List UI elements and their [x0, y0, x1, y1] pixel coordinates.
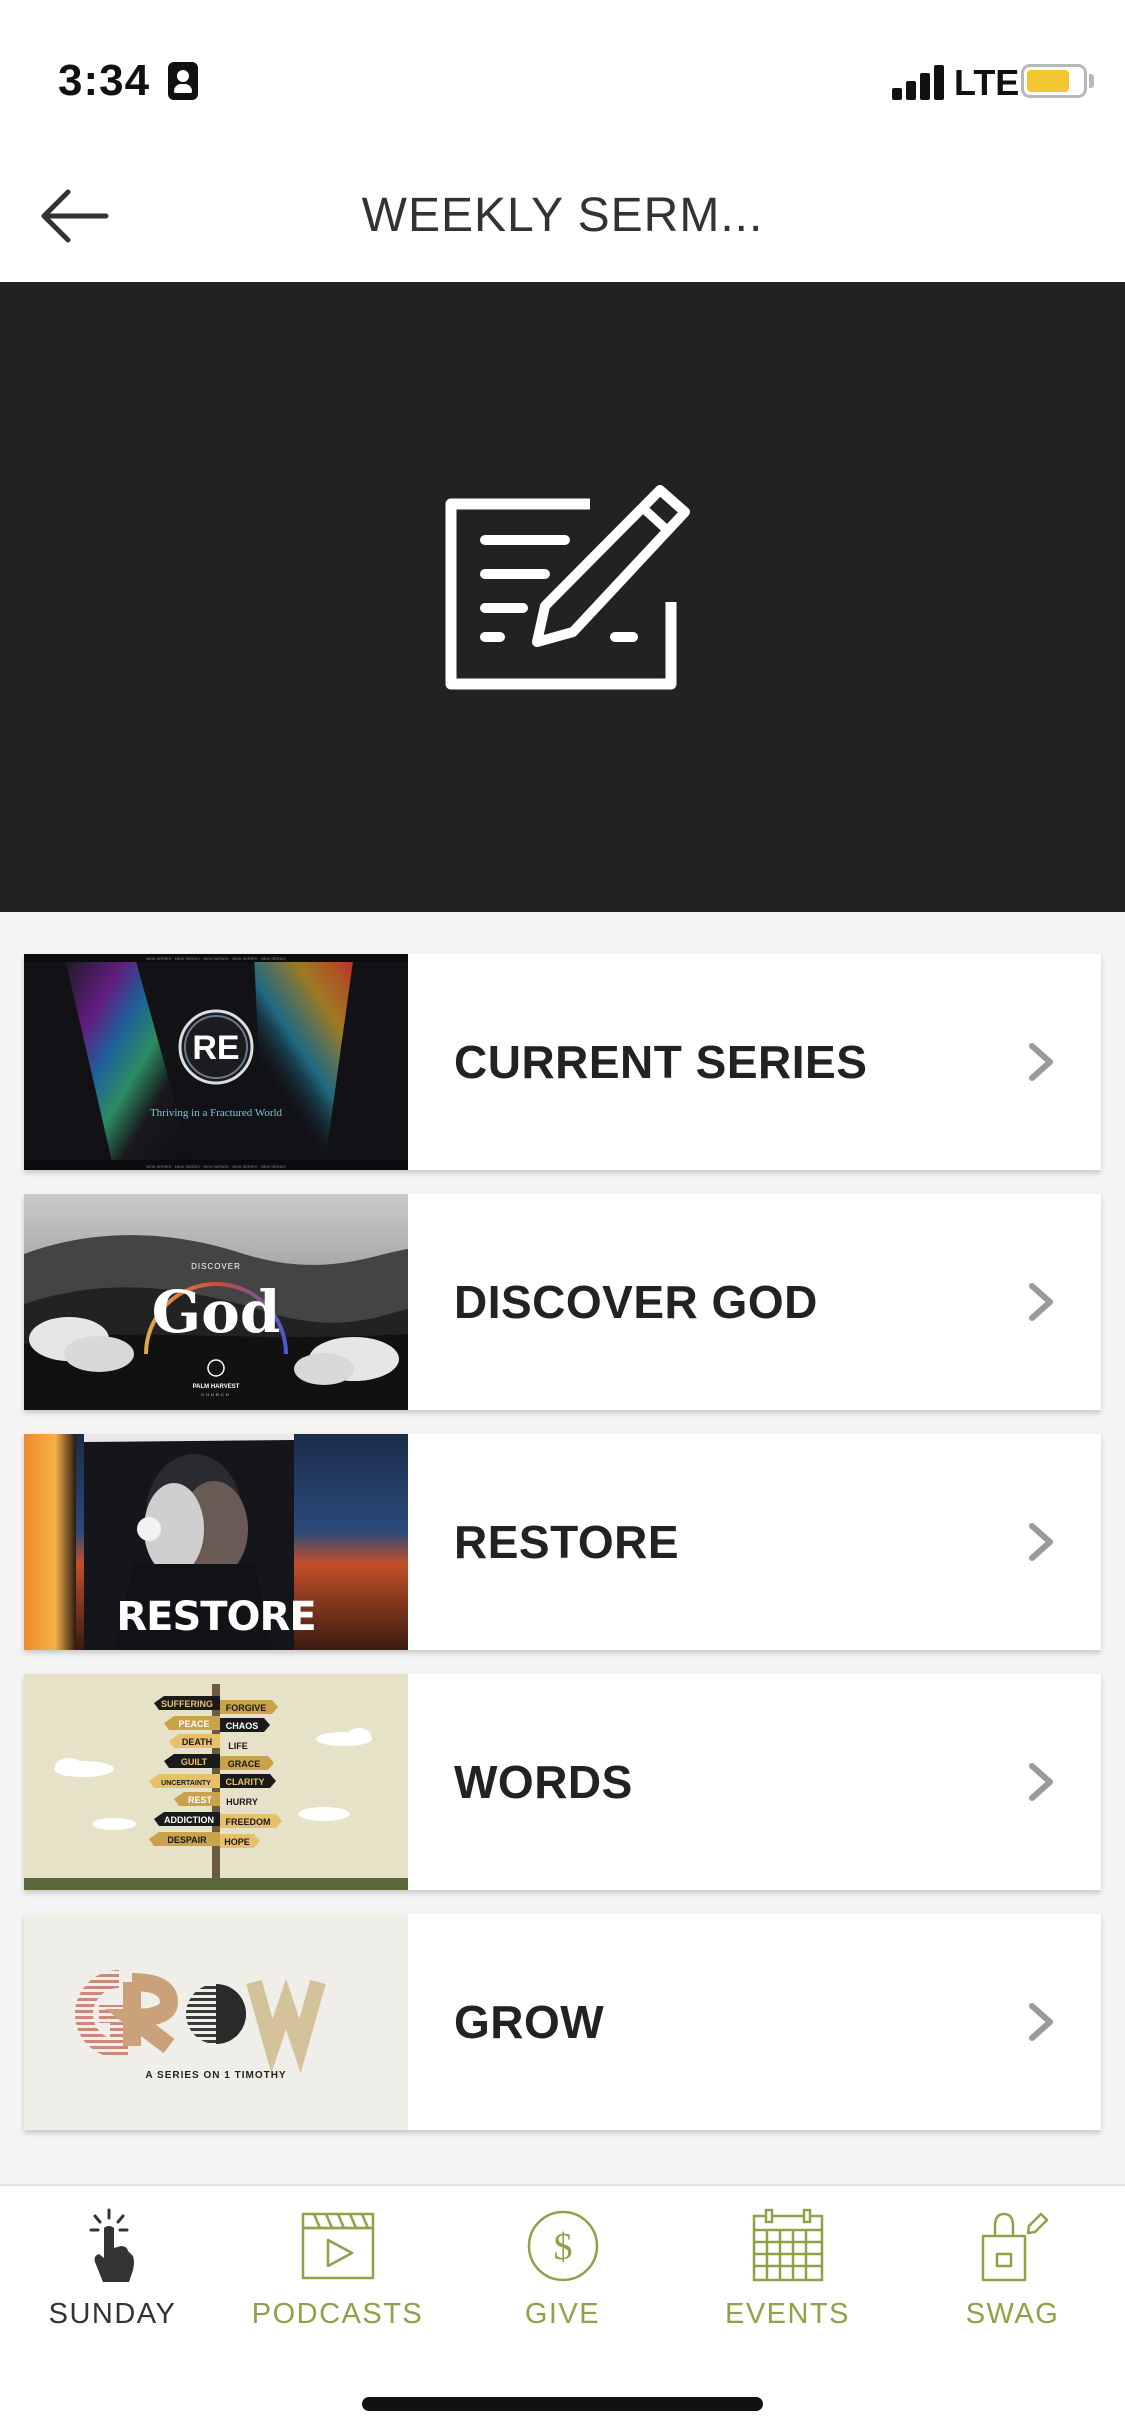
- tab-label: SUNDAY: [48, 2298, 177, 2330]
- calendar-icon: [752, 2208, 823, 2282]
- svg-text:FORGIVE: FORGIVE: [226, 1703, 267, 1713]
- svg-text:DISCOVER: DISCOVER: [191, 1262, 241, 1271]
- page-title: WEEKLY SERM...: [361, 189, 764, 242]
- list-item-discover-god[interactable]: DISCOVER God PALM HARVEST CHURCH DISCOVE…: [24, 1194, 1101, 1410]
- svg-text:SUFFERING: SUFFERING: [161, 1699, 213, 1709]
- cellular-signal-icon: [892, 64, 946, 100]
- svg-text:NEW SERIES · NEW SERIES · NEW: NEW SERIES · NEW SERIES · NEW SERIES · N…: [146, 1164, 286, 1169]
- tab-label: SWAG: [965, 2298, 1060, 2330]
- chevron-right-icon: [1029, 2003, 1053, 2041]
- tab-podcasts[interactable]: PODCASTS: [225, 2206, 450, 2356]
- svg-text:DEATH: DEATH: [182, 1737, 212, 1747]
- svg-text:NEW SERIES · NEW SERIES · NEW: NEW SERIES · NEW SERIES · NEW SERIES · N…: [146, 956, 286, 961]
- battery-icon: [1021, 64, 1087, 98]
- tab-label: PODCASTS: [251, 2298, 424, 2330]
- svg-text:$: $: [553, 2226, 572, 2268]
- svg-text:RESTORE: RESTORE: [116, 1594, 315, 1640]
- battery-cap: [1089, 74, 1094, 88]
- svg-text:CHURCH: CHURCH: [201, 1392, 230, 1397]
- svg-text:ADDICTION: ADDICTION: [164, 1815, 214, 1825]
- svg-text:DESPAIR: DESPAIR: [167, 1835, 207, 1845]
- list-item-grow[interactable]: A SERIES ON 1 TIMOTHY GROW: [24, 1914, 1101, 2130]
- list-item-label: DISCOVER GOD: [454, 1276, 818, 1328]
- discover-god-thumbnail: DISCOVER God PALM HARVEST CHURCH: [24, 1194, 408, 1410]
- svg-text:RE: RE: [192, 1029, 239, 1067]
- hero-banner: [0, 282, 1125, 912]
- current-series-thumbnail: RE Thriving in a Fractured World NEW SER…: [24, 954, 408, 1170]
- document-edit-icon: [445, 485, 690, 690]
- contact-card-icon: [168, 62, 198, 100]
- chevron-right-icon: [1029, 1763, 1053, 1801]
- svg-text:CHAOS: CHAOS: [226, 1721, 259, 1731]
- status-time: 3:34: [58, 56, 151, 105]
- chevron-right-icon: [1029, 1523, 1053, 1561]
- back-button[interactable]: [30, 180, 120, 252]
- tab-events[interactable]: EVENTS: [675, 2206, 900, 2356]
- restore-thumbnail: RESTORE: [24, 1434, 408, 1650]
- svg-text:God: God: [152, 1278, 281, 1346]
- list-item-label: CURRENT SERIES: [454, 1036, 868, 1088]
- list-item-words[interactable]: SUFFERING FORGIVE PEACE CHAOS DEATH LIFE…: [24, 1674, 1101, 1890]
- svg-text:PEACE: PEACE: [178, 1719, 209, 1729]
- tab-label: EVENTS: [724, 2298, 851, 2330]
- grow-thumbnail: A SERIES ON 1 TIMOTHY: [24, 1914, 408, 2130]
- svg-text:GRACE: GRACE: [228, 1759, 261, 1769]
- svg-text:HURRY: HURRY: [226, 1797, 258, 1807]
- svg-text:UNCERTAINTY: UNCERTAINTY: [161, 1780, 211, 1787]
- status-bar: 3:34 LTE: [0, 0, 1125, 150]
- svg-text:REST: REST: [188, 1795, 213, 1805]
- words-thumbnail: SUFFERING FORGIVE PEACE CHAOS DEATH LIFE…: [24, 1674, 408, 1890]
- svg-text:HOPE: HOPE: [224, 1837, 250, 1847]
- svg-text:CLARITY: CLARITY: [226, 1777, 265, 1787]
- clapperboard-icon: [301, 2212, 374, 2280]
- tab-label: GIVE: [524, 2298, 601, 2330]
- svg-text:LIFE: LIFE: [228, 1741, 248, 1751]
- network-type: LTE: [954, 62, 1020, 103]
- shopping-bag-icon: [981, 2212, 1048, 2282]
- svg-text:GUILT: GUILT: [181, 1757, 208, 1767]
- list-item-current-series[interactable]: RE Thriving in a Fractured World NEW SER…: [24, 954, 1101, 1170]
- svg-text:Thriving in a Fractured World: Thriving in a Fractured World: [150, 1107, 283, 1119]
- list-item-label: GROW: [454, 1996, 605, 2048]
- svg-text:PALM HARVEST: PALM HARVEST: [193, 1384, 240, 1390]
- home-indicator: [362, 2397, 763, 2411]
- tab-swag[interactable]: SWAG: [900, 2206, 1125, 2356]
- list-item-label: RESTORE: [454, 1516, 680, 1568]
- svg-text:FREEDOM: FREEDOM: [226, 1817, 271, 1827]
- list-item-restore[interactable]: RESTORE RESTORE: [24, 1434, 1101, 1650]
- chevron-right-icon: [1029, 1283, 1053, 1321]
- sermon-series-list: RE Thriving in a Fractured World NEW SER…: [0, 912, 1125, 2184]
- navigation-bar: WEEKLY SERM...: [0, 150, 1125, 282]
- dollar-circle-icon: $: [527, 2210, 598, 2282]
- list-item-label: WORDS: [454, 1756, 633, 1808]
- tab-sunday[interactable]: SUNDAY: [0, 2206, 225, 2356]
- svg-text:A SERIES ON 1 TIMOTHY: A SERIES ON 1 TIMOTHY: [145, 2070, 286, 2081]
- tab-give[interactable]: $ GIVE: [450, 2206, 675, 2356]
- arrow-left-icon: [41, 189, 109, 243]
- tap-hand-icon: [89, 2208, 134, 2282]
- chevron-right-icon: [1029, 1043, 1053, 1081]
